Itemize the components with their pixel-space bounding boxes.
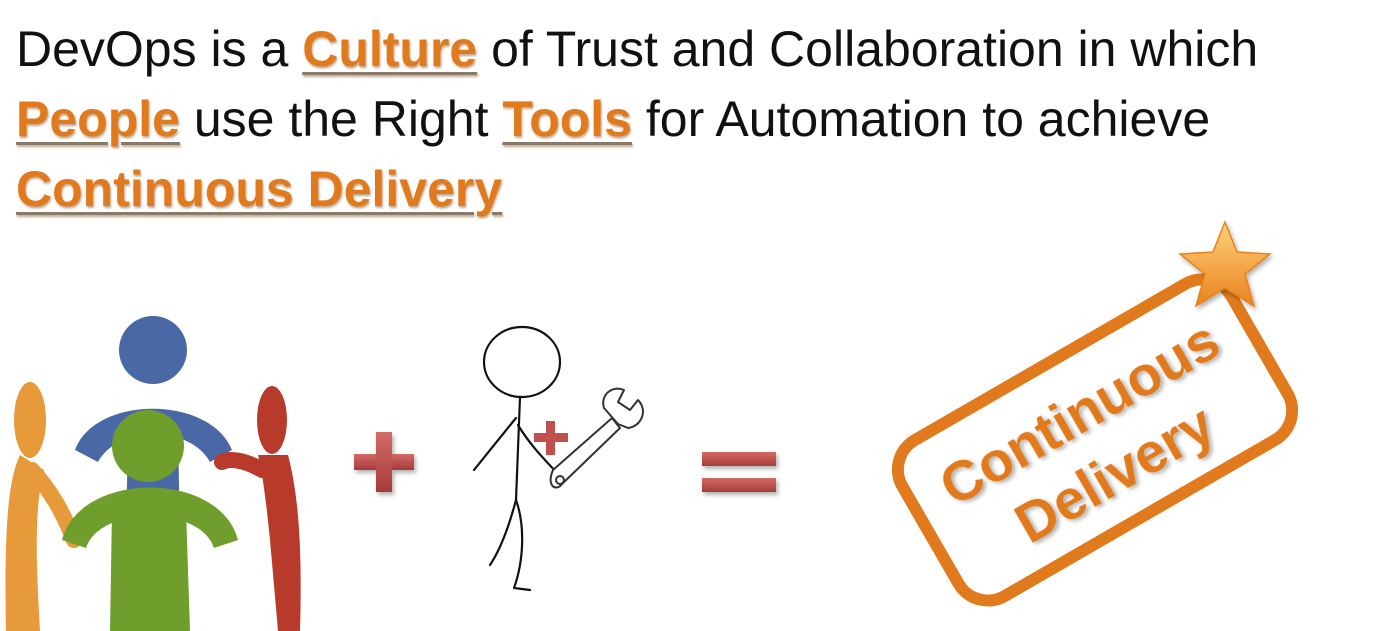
- small-plus-icon: [534, 421, 568, 455]
- plus-icon: [354, 432, 414, 492]
- continuous-delivery-badge: Continuous Delivery: [891, 219, 1299, 607]
- badge-frame: [891, 273, 1299, 607]
- stick-figure-icon: [472, 325, 562, 592]
- devops-equation-diagram: Continuous Delivery: [5, 219, 1299, 631]
- equals-icon: [702, 452, 776, 492]
- people-circle-icon: [5, 316, 301, 631]
